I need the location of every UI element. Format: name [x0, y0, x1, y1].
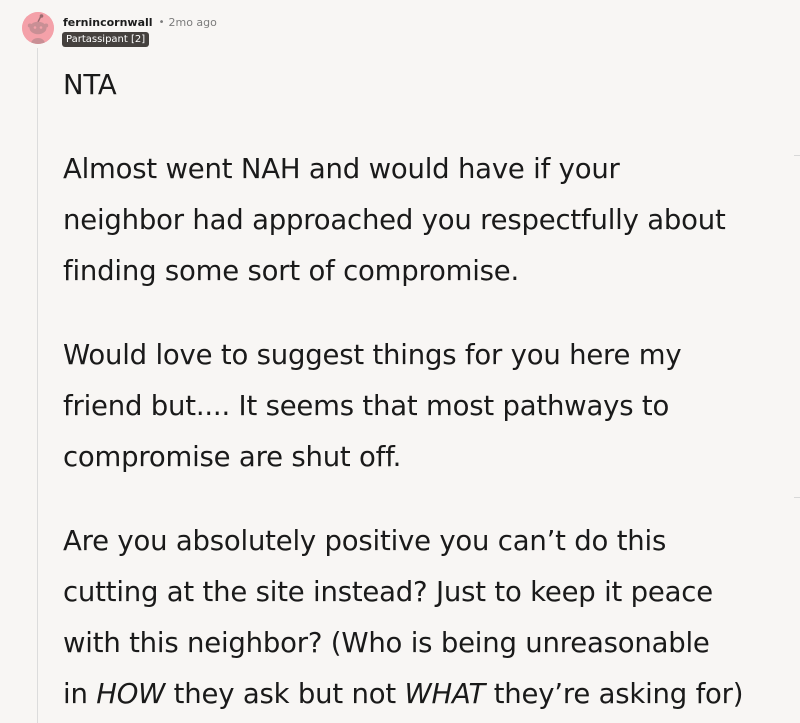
paragraph-line: cutting at the site instead? Just to kee… — [63, 576, 713, 608]
comment-timestamp[interactable]: 2mo ago — [168, 16, 216, 29]
paragraph-line: compromise are shut off. — [63, 441, 402, 473]
comment-page: fernincornwall • 2mo ago Partassipant [2… — [0, 0, 800, 723]
emphasis-text: HOW — [96, 678, 166, 710]
edge-divider — [794, 155, 800, 156]
paragraph-line: friend but.... It seems that most pathwa… — [63, 390, 670, 422]
emphasis-text: WHAT — [404, 678, 486, 710]
comment-paragraph: NTA — [63, 60, 783, 111]
paragraph-line: Are you absolutely positive you can’t do… — [63, 525, 667, 557]
meta-separator: • — [158, 16, 165, 28]
text-segment: they’re asking for) — [485, 678, 744, 710]
paragraph-line: finding some sort of compromise. — [63, 255, 520, 287]
username-link[interactable]: fernincornwall — [63, 16, 153, 29]
paragraph-line: with this neighbor? (Who is being unreas… — [63, 627, 710, 659]
text-segment: in — [63, 678, 97, 710]
comment-paragraph: Almost went NAH and would have if your n… — [63, 144, 783, 297]
edge-divider — [794, 497, 800, 498]
user-avatar[interactable] — [22, 12, 54, 44]
paragraph-line: in HOW they ask but not WHAT they’re ask… — [63, 669, 783, 720]
comment-meta: fernincornwall • 2mo ago — [63, 14, 217, 30]
snoo-avatar-icon — [22, 12, 54, 44]
comment-paragraph: Are you absolutely positive you can’t do… — [63, 516, 783, 720]
comment-paragraph: Would love to suggest things for you her… — [63, 330, 783, 483]
paragraph-line: Almost went NAH and would have if your — [63, 153, 620, 185]
paragraph-line: Would love to suggest things for you her… — [63, 339, 682, 371]
text-segment: they ask but not — [165, 678, 405, 710]
paragraph-line: NTA — [63, 69, 117, 101]
thread-collapse-line[interactable] — [37, 48, 38, 723]
paragraph-line: neighbor had approached you respectfully… — [63, 204, 726, 236]
comment-body: NTA Almost went NAH and would have if yo… — [63, 60, 783, 723]
user-flair-badge: Partassipant [2] — [62, 32, 150, 47]
